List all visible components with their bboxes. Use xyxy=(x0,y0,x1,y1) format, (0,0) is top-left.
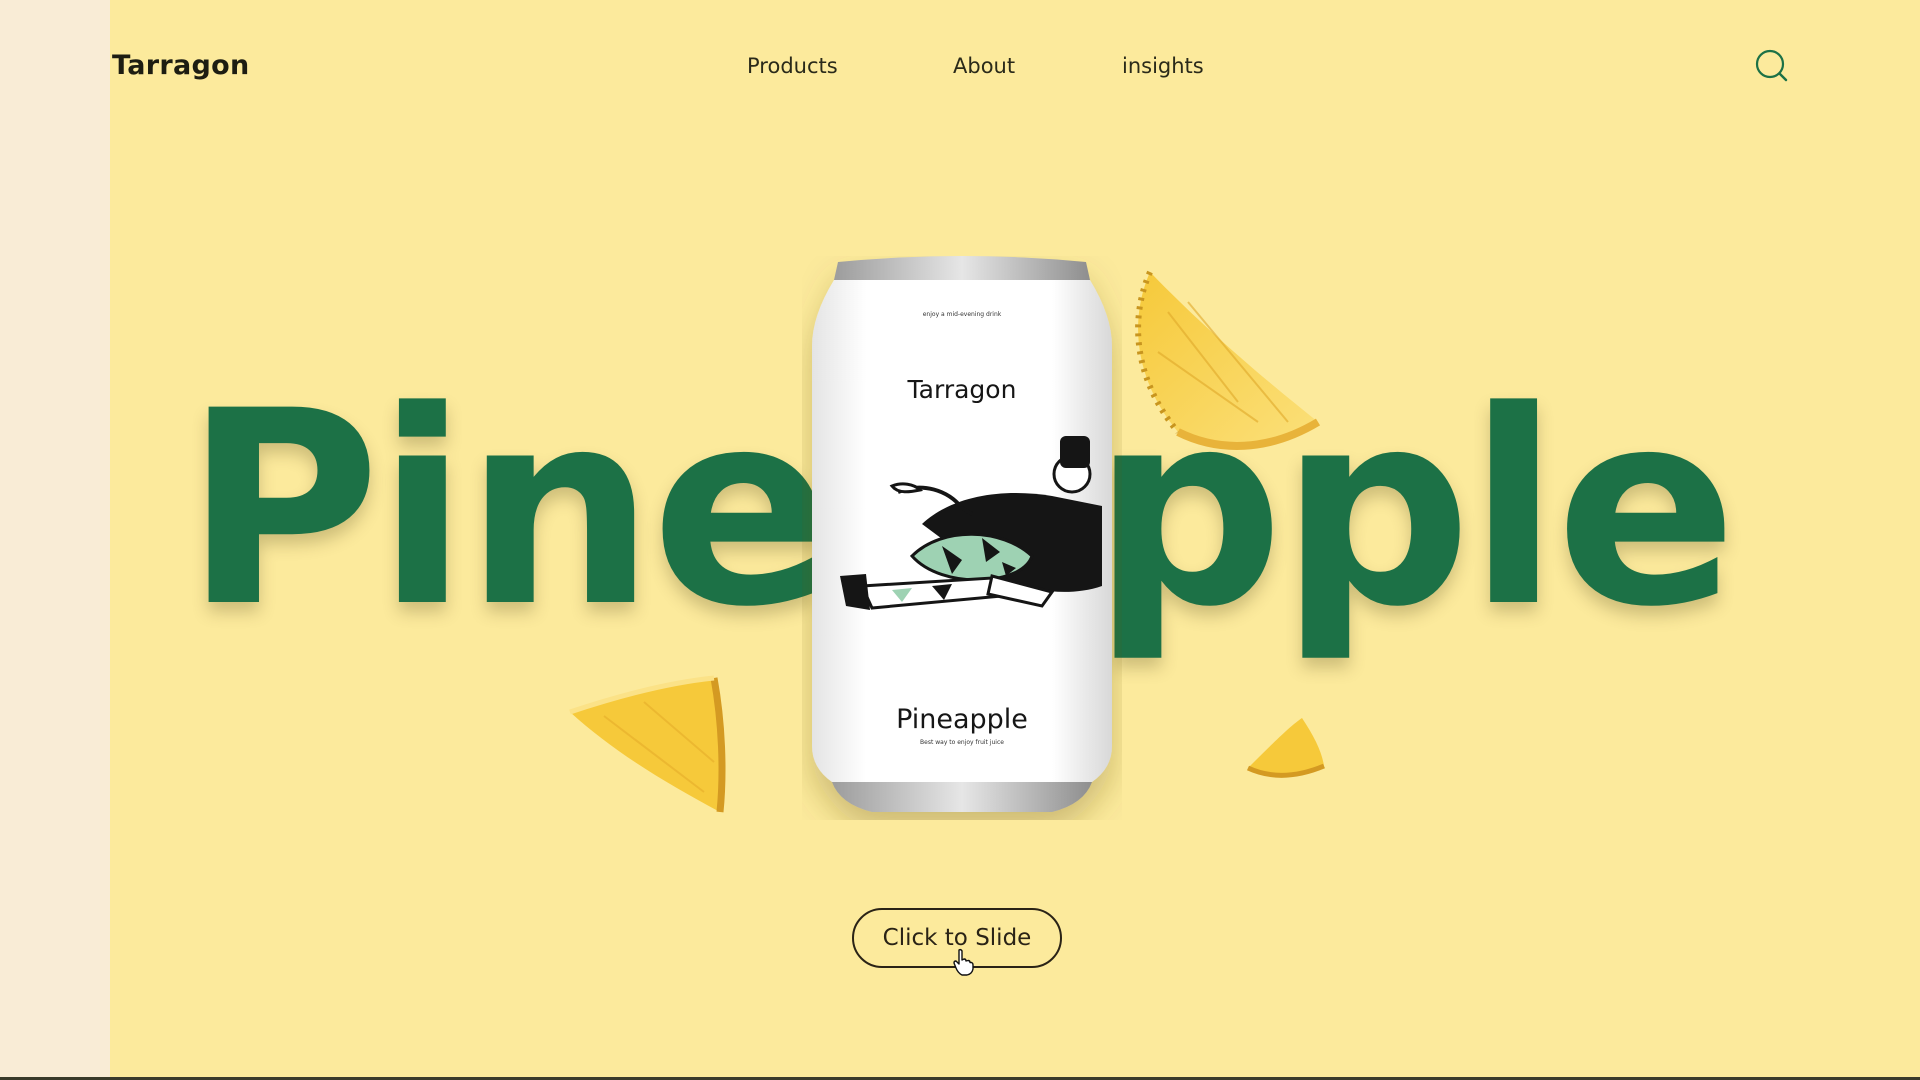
hero-stage: Tarragon Products About insights Pine pp… xyxy=(110,0,1920,1080)
search-icon[interactable] xyxy=(1752,46,1792,86)
nav-insights[interactable]: insights xyxy=(1122,54,1204,78)
can-brand: Tarragon xyxy=(907,375,1017,404)
can-tagline: enjoy a mid-evening drink xyxy=(923,311,1002,318)
pineapple-chunk xyxy=(1246,718,1325,778)
can-flavor: Pineapple xyxy=(896,704,1028,735)
hand-pointer-cursor-icon xyxy=(953,948,974,976)
pineapple-slice-top xyxy=(1135,270,1321,450)
nav-about[interactable]: About xyxy=(953,54,1015,78)
pineapple-can: enjoy a mid-evening drink Tarragon Pinea… xyxy=(812,256,1112,812)
pineapple-slice-left xyxy=(569,675,726,813)
can-subtitle: Best way to enjoy fruit juice xyxy=(920,739,1004,746)
left-edge-strip xyxy=(0,0,110,1080)
hero-word-left: Pine xyxy=(184,354,833,666)
brand-logo[interactable]: Tarragon xyxy=(112,50,250,81)
nav-products[interactable]: Products xyxy=(747,54,838,78)
